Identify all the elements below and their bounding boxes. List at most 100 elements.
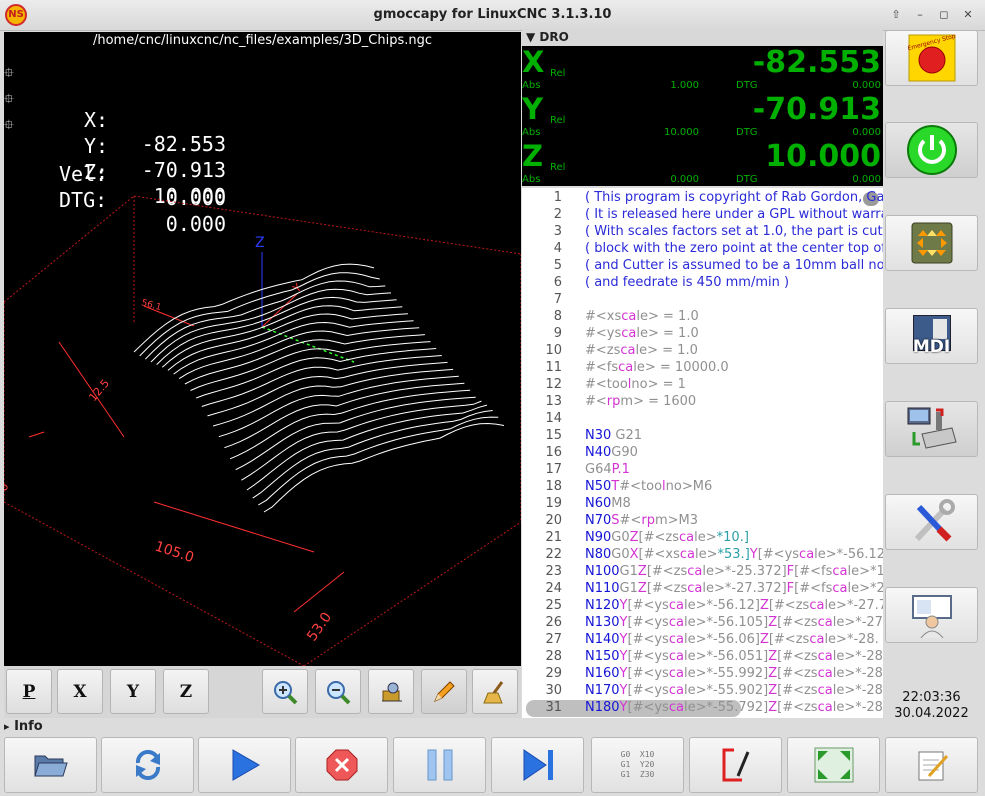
zoom-out-button[interactable] [315,669,361,714]
gcode-line[interactable]: 11 #<fscale> = 10000.0 [522,359,883,376]
gcode-line[interactable]: 1 ( This program is copyright of Rab Gord… [522,189,883,206]
gcode-line[interactable]: 29 N160Y[#<yscale>*-55.992]Z[#<zscale>*-2… [522,665,883,682]
edit-button[interactable] [421,669,467,714]
gcode-line[interactable]: 30 N170Y[#<yscale>*-55.902]Z[#<zscale>*-2… [522,682,883,699]
line-code: N30 G21 [585,428,643,443]
clock-time: 22:03:36 [902,690,961,705]
file-path: /home/cnc/linuxcnc/nc_files/examples/3D_… [92,33,433,48]
manual-mode-button[interactable] [885,215,978,271]
machine-power-button[interactable] [885,122,978,178]
line-code: ( With scales factors set at 1.0, the pa… [585,224,883,239]
toolpath-pass [150,288,392,363]
folder-open-icon [33,755,68,777]
dtg-label: DTG [736,80,758,91]
gcode-line[interactable]: 31 N180Y[#<yscale>*-55.792]Z[#<zscale>*-2… [522,699,883,716]
estop-button[interactable]: Emergency Stop [885,30,978,86]
gcode-line[interactable]: 9 #<yscale> = 1.0 [522,325,883,342]
title-bar: NS gmoccapy for LinuxCNC 3.1.3.10 ⇧ – ◻ … [0,0,985,31]
line-number: 10 [545,343,562,358]
view-z-button[interactable]: Z [163,669,209,714]
gcode-line[interactable]: 10 #<zscale> = 1.0 [522,342,883,359]
tools-icon [914,499,955,542]
open-file-button[interactable] [4,737,97,793]
line-code: N80G0X[#<xscale>*53.]Y[#<yscale>*-56.12 [585,547,883,562]
abs-label: Abs [522,127,541,138]
gcode-line[interactable]: 3 ( With scales factors set at 1.0, the p… [522,223,883,240]
window-minimize-button[interactable]: – [909,6,931,24]
window-close-button[interactable]: ✕ [957,6,979,24]
user-tabs-button[interactable] [885,587,978,643]
dro-expander[interactable]: ▼ DRO [522,30,883,46]
gcode-line[interactable]: 21 N90G0Z[#<zscale>*10.] [522,529,883,546]
gcode-line[interactable]: 5 ( and Cutter is assumed to be a 10mm ba… [522,257,883,274]
line-code: N140Y[#<yscale>*-56.06]Z[#<zscale>*-28. [585,632,879,647]
edit-program-button[interactable] [689,737,782,793]
view-x-button[interactable]: X [57,669,103,714]
gcode-line[interactable]: 6 ( and feedrate is 450 mm/min ) [522,274,883,291]
fullscreen-button[interactable] [787,737,880,793]
notes-button[interactable] [885,737,978,793]
gcode-line[interactable]: 22 N80G0X[#<xscale>*53.]Y[#<yscale>*-56.1… [522,546,883,563]
pause-button[interactable] [393,737,486,793]
gcode-line[interactable]: 14 [522,410,883,427]
view-y-button[interactable]: Y [110,669,156,714]
view-x-label: X [73,681,87,702]
gcode-line[interactable]: 15 N30 G21 [522,427,883,444]
stop-button[interactable] [295,737,388,793]
line-code: N120Y[#<yscale>*-56.12]Z[#<zscale>*-27.7 [585,598,883,613]
gcode-line[interactable]: 17 G64P.1 [522,461,883,478]
info-expander[interactable]: ▸ Info [4,718,884,736]
dtg-label: DTG [736,127,758,138]
gcode-line[interactable]: 2 ( It is released here under a GPL witho… [522,206,883,223]
line-code: G64P.1 [585,462,630,477]
line-number: 13 [545,394,562,409]
gcode-line[interactable]: 16 N40G90 [522,444,883,461]
gcode-line[interactable]: 12 #<toolno> = 1 [522,376,883,393]
gcode-view[interactable]: 1 ( This program is copyright of Rab Gord… [522,188,883,718]
step-button[interactable] [491,737,584,793]
gcode-line[interactable]: 25 N120Y[#<yscale>*-56.12]Z[#<zscale>*-27… [522,597,883,614]
line-code: #<rpm> = 1600 [585,394,697,409]
gcode-line[interactable]: 23 N100G1Z[#<zscale>*-25.372]F[#<fscale>*… [522,563,883,580]
settings-button[interactable] [885,494,978,550]
line-number: 15 [545,428,562,443]
run-button[interactable] [198,737,291,793]
gcode-line[interactable]: 24 N110G1Z[#<zscale>*-27.372]F[#<fscale>*… [522,580,883,597]
toolpath-plot: 56.1 12.5 105.0 53.0 0 Z Y [4,195,521,666]
window-shade-button[interactable]: ⇧ [885,6,907,24]
line-number: 31 [545,700,562,715]
toolpath-pass [207,361,448,417]
homed-marker-icon: ⯐ [4,92,14,107]
mdi-mode-button[interactable]: MDI [885,308,978,364]
gcode-line[interactable]: 28 N150Y[#<yscale>*-56.051]Z[#<zscale>*-2… [522,648,883,665]
toolpath-preview[interactable]: /home/cnc/linuxcnc/nc_files/examples/3D_… [4,32,521,666]
show-dimensions-button[interactable] [368,669,414,714]
gcode-line[interactable]: 27 N140Y[#<yscale>*-56.06]Z[#<zscale>*-28… [522,631,883,648]
line-number: 9 [553,326,562,341]
toolpath-pass [252,410,493,499]
gcode-line[interactable]: 19 N60M8 [522,495,883,512]
gcode-line[interactable]: 4 ( block with the zero point at the cent… [522,240,883,257]
run-from-line-button[interactable]: G0 X10 G1 Y20 G1 Z30 [591,737,684,793]
auto-mode-button[interactable] [885,401,978,457]
view-p-button[interactable]: P [6,669,52,714]
homed-marker-icon: ⯐ [4,118,14,133]
gcode-line[interactable]: 7 [522,291,883,308]
gcode-line[interactable]: 20 N70S#<rpm>M3 [522,512,883,529]
info-label: Info [14,719,43,734]
toolpath-pass [258,416,499,506]
dim-label-y: 53.0 [304,610,335,645]
gcode-line[interactable]: 8 #<xscale> = 1.0 [522,308,883,325]
gcode-line[interactable]: 26 N130Y[#<yscale>*-56.105]Z[#<zscale>*-2… [522,614,883,631]
zoom-out-icon [327,680,351,704]
clear-plot-button[interactable] [472,669,518,714]
rel-label: Rel [550,115,566,126]
line-number: 27 [545,632,562,647]
zoom-in-button[interactable] [262,669,308,714]
gcode-line[interactable]: 13 #<rpm> = 1600 [522,393,883,410]
reload-button[interactable] [101,737,194,793]
gcode-line[interactable]: 18 N50T#<toolno>M6 [522,478,883,495]
preview-dro-dtg: DTG: 0.000 [4,164,226,236]
play-icon [232,749,260,781]
window-maximize-button[interactable]: ◻ [933,6,955,24]
